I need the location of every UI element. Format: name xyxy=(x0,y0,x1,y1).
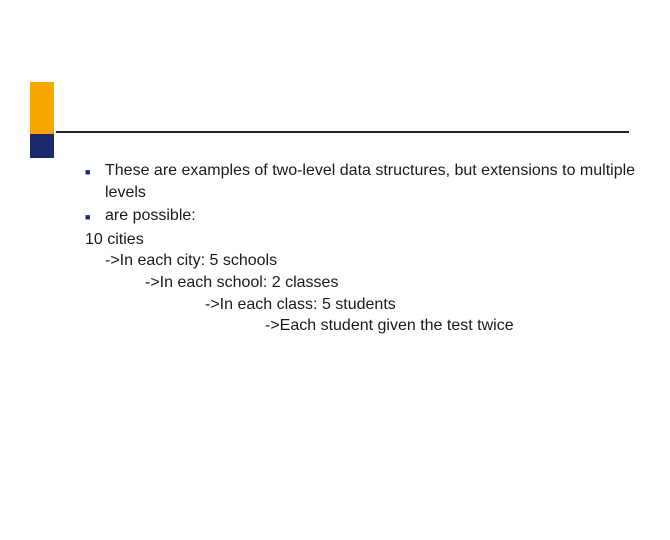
hierarchy-line-level1: ->In each city: 5 schools xyxy=(105,250,645,272)
slide: ■ These are examples of two-level data s… xyxy=(0,0,670,540)
hierarchy-line-level2: ->In each school: 2 classes xyxy=(145,272,645,294)
content-area: ■ These are examples of two-level data s… xyxy=(85,160,645,337)
hierarchy-line-root: 10 cities xyxy=(85,229,645,251)
bullet-item: ■ are possible: xyxy=(85,205,645,227)
bullet-item: ■ These are examples of two-level data s… xyxy=(85,160,645,203)
divider-line xyxy=(56,131,629,133)
hierarchy-line-level4: ->Each student given the test twice xyxy=(265,315,645,337)
bullet-text: These are examples of two-level data str… xyxy=(105,160,645,203)
accent-navy-block xyxy=(30,134,54,158)
bullet-text: are possible: xyxy=(105,205,645,227)
hierarchy-line-level3: ->In each class: 5 students xyxy=(205,294,645,316)
bullet-square-icon: ■ xyxy=(85,160,105,178)
bullet-square-icon: ■ xyxy=(85,205,105,223)
